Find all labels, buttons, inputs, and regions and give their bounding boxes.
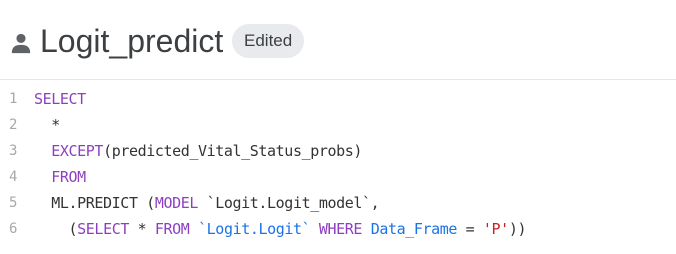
sql-keyword: FROM [51,168,86,186]
header-divider [0,79,676,80]
sql-text: `Logit.Logit_model`, [198,194,380,212]
sql-text: )) [508,220,527,238]
line-number: 1 [9,91,18,107]
line-number: 3 [9,143,18,159]
sql-text: * [51,116,60,134]
code-text: EXCEPT(predicted_Vital_Status_probs) [34,138,362,164]
sql-text: ( [68,220,78,238]
sql-keyword: SELECT [77,220,129,238]
code-text: ML.PREDICT (MODEL `Logit.Logit_model`, [34,190,379,216]
sql-keyword: MODEL [154,194,199,212]
sql-text: = [457,220,483,238]
sql-keyword: WHERE [318,220,363,238]
sql-text: * [128,220,155,238]
query-header: Logit_predict Edited [0,0,676,78]
code-text: SELECT [34,86,86,112]
line-number: 5 [9,195,18,211]
line-number: 2 [9,117,18,133]
edited-badge: Edited [232,24,305,58]
sql-identifier: Data_Frame [370,220,458,238]
line-number: 6 [9,221,18,237]
sql-identifier: `Logit.Logit` [198,220,311,238]
sql-keyword: EXCEPT [51,142,104,160]
line-number: 4 [9,169,18,185]
sql-keyword: SELECT [34,90,86,108]
sql-text: (predicted_Vital_Status_probs) [103,142,362,160]
person-icon [11,33,31,54]
sql-text: ML.PREDICT ( [51,194,155,212]
query-title[interactable]: Logit_predict [40,22,223,60]
sql-code-editor[interactable]: 1 SELECT 2 * 3 EXCEPT(predicted_Vital_Statu… [0,84,676,254]
sql-keyword: FROM [154,220,190,238]
sql-string-literal: 'P' [482,220,509,238]
code-text: (SELECT * FROM `Logit.Logit` WHERE Data_… [34,216,527,242]
code-text: * [34,112,60,138]
code-text: FROM [34,164,86,190]
